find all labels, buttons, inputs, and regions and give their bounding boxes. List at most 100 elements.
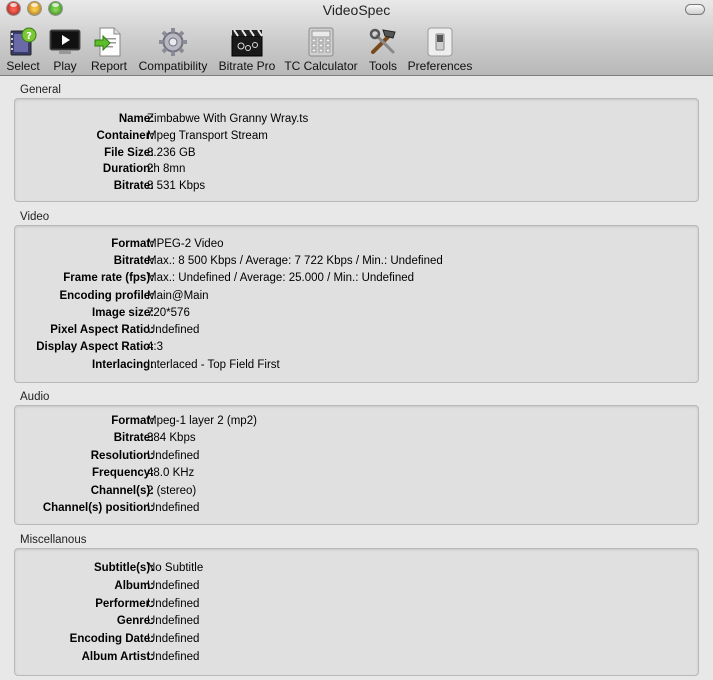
info-row: Frame rate (fps): Max.: Undefined / Aver… <box>15 272 698 289</box>
info-row: Bitrate: 8 531 Kbps <box>15 180 698 197</box>
info-value: 8 531 Kbps <box>147 180 206 192</box>
info-row: Container: Mpeg Transport Stream <box>15 130 698 147</box>
svg-text:?: ? <box>26 31 32 42</box>
info-value: 2 (stereo) <box>147 485 197 497</box>
audio-group: Format: Mpeg-1 layer 2 (mp2) Bitrate: 38… <box>14 405 699 525</box>
info-label: Image size: <box>92 307 154 319</box>
info-value: Undefined <box>147 580 200 592</box>
info-row: Display Aspect Ratio: 4:3 <box>15 341 698 358</box>
toolbar-tc-calculator-button[interactable]: TC Calculator <box>283 26 359 74</box>
toolbar-bitrate-pro-button[interactable]: Bitrate Pro <box>217 26 277 74</box>
toolbar-label: TC Calculator <box>284 59 358 73</box>
info-value: 8.236 GB <box>147 147 196 159</box>
switch-icon <box>427 27 453 57</box>
general-group: Name: Zimbabwe With Granny Wray.ts Conta… <box>14 98 699 202</box>
toolbar-label: Compatibility <box>138 59 208 73</box>
info-row: Format: Mpeg-1 layer 2 (mp2) <box>15 415 698 432</box>
info-row: Performer: Undefined <box>15 598 698 615</box>
toolbar-play-button[interactable]: Play <box>47 26 83 74</box>
info-label: Frame rate (fps): <box>63 272 154 284</box>
info-row: Channel(s) position: Undefined <box>15 502 698 519</box>
info-row: Bitrate: 384 Kbps <box>15 432 698 449</box>
info-value: Mpeg-1 layer 2 (mp2) <box>147 415 257 427</box>
info-label: Interlacing: <box>92 359 154 371</box>
misc-group: Subtitle(s): No Subtitle Album: Undefine… <box>14 548 699 676</box>
info-value: Undefined <box>147 651 200 663</box>
section-title-audio: Audio <box>20 391 50 403</box>
section-title-misc: Miscellanous <box>20 534 87 546</box>
info-label: Display Aspect Ratio: <box>36 341 154 353</box>
info-row: Album Artist: Undefined <box>15 651 698 668</box>
info-row: Album: Undefined <box>15 580 698 597</box>
toolbar-toggle-button[interactable] <box>685 4 705 15</box>
info-value: Mpeg Transport Stream <box>147 130 268 142</box>
select-icon: ? <box>10 27 37 56</box>
toolbar-preferences-button[interactable]: Preferences <box>407 26 473 74</box>
info-label: Performer: <box>95 598 154 610</box>
info-value: Undefined <box>147 324 200 336</box>
title-toolbar: VideoSpec ? Select Play Report Compatibi… <box>0 0 713 76</box>
info-row: Pixel Aspect Ratio: Undefined <box>15 324 698 341</box>
info-value: 720*576 <box>147 307 190 319</box>
info-row: Genre: Undefined <box>15 615 698 632</box>
gear-icon <box>159 28 187 56</box>
toolbar-select-button[interactable]: ? Select <box>3 26 43 74</box>
section-title-general: General <box>20 84 61 96</box>
info-value: Max.: 8 500 Kbps / Average: 7 722 Kbps /… <box>147 255 443 267</box>
info-value: Undefined <box>147 502 200 514</box>
info-row: Channel(s): 2 (stereo) <box>15 485 698 502</box>
toolbar-label: Select <box>6 59 40 73</box>
info-label: Pixel Aspect Ratio: <box>50 324 154 336</box>
info-value: 48.0 KHz <box>147 467 195 479</box>
calculator-icon <box>308 27 334 57</box>
info-row: Format: MPEG-2 Video <box>15 238 698 255</box>
tools-icon <box>369 28 396 54</box>
window-title: VideoSpec <box>322 2 391 18</box>
info-label: Frequency: <box>92 467 154 479</box>
toolbar-label: Play <box>53 59 77 73</box>
info-row: Duration: 2h 8mn <box>15 163 698 180</box>
info-row: Encoding profile: Main@Main <box>15 290 698 307</box>
info-row: File Size: 8.236 GB <box>15 147 698 164</box>
info-row: Name: Zimbabwe With Granny Wray.ts <box>15 113 698 130</box>
info-label: Channel(s): <box>90 485 154 497</box>
info-label: Encoding profile: <box>59 290 154 302</box>
info-row: Bitrate: Max.: 8 500 Kbps / Average: 7 7… <box>15 255 698 272</box>
app-window: VideoSpec ? Select Play Report Compatibi… <box>0 0 713 680</box>
info-value: 2h 8mn <box>147 163 186 175</box>
toolbar-compatibility-button[interactable]: Compatibility <box>135 26 211 74</box>
info-label: Container: <box>96 130 155 142</box>
content-area: General Name: Zimbabwe With Granny Wray.… <box>0 76 713 680</box>
info-value: Undefined <box>147 633 200 645</box>
info-row: Interlacing: Interlaced - Top Field Firs… <box>15 359 698 376</box>
section-title-video: Video <box>20 211 50 223</box>
toolbar-label: Bitrate Pro <box>218 59 276 73</box>
toolbar-label: Tools <box>368 59 397 73</box>
info-row: Encoding Date: Undefined <box>15 633 698 650</box>
video-group: Format: MPEG-2 Video Bitrate: Max.: 8 50… <box>14 225 699 383</box>
clapperboard-icon <box>231 29 263 57</box>
report-icon <box>94 27 121 57</box>
info-row: Image size: 720*576 <box>15 307 698 324</box>
play-icon <box>49 29 81 54</box>
info-value: Main@Main <box>147 290 209 302</box>
toolbar-tools-button[interactable]: Tools <box>365 26 401 74</box>
info-value: 384 Kbps <box>147 432 196 444</box>
info-value: Undefined <box>147 615 200 627</box>
info-value: Interlaced - Top Field First <box>147 359 280 371</box>
info-row: Resolution: Undefined <box>15 450 698 467</box>
info-label: Channel(s) position: <box>42 502 154 514</box>
info-value: Max.: Undefined / Average: 25.000 / Min.… <box>147 272 415 284</box>
info-row: Subtitle(s): No Subtitle <box>15 562 698 579</box>
info-value: Zimbabwe With Granny Wray.ts <box>147 113 309 125</box>
info-value: Undefined <box>147 450 200 462</box>
toolbar-label: Preferences <box>407 59 473 73</box>
info-label: Encoding Date: <box>69 633 154 645</box>
toolbar-report-button[interactable]: Report <box>88 26 130 74</box>
info-row: Frequency: 48.0 KHz <box>15 467 698 484</box>
toolbar-label: Report <box>90 59 128 73</box>
info-value: 4:3 <box>147 341 163 353</box>
info-value: Undefined <box>147 598 200 610</box>
info-label: Resolution: <box>90 450 154 462</box>
info-value: No Subtitle <box>147 562 204 574</box>
